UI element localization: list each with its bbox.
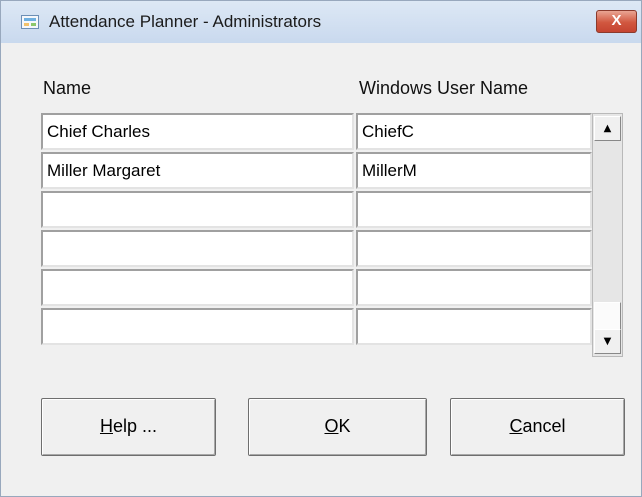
name-cell[interactable] — [41, 308, 354, 345]
arrow-down-icon: ▼ — [603, 336, 612, 347]
table-row — [41, 230, 594, 269]
table-row — [41, 269, 594, 308]
window-title: Attendance Planner - Administrators — [49, 12, 322, 31]
cancel-label: ancel — [522, 416, 566, 436]
scroll-up-button[interactable]: ▲ — [594, 116, 621, 141]
ok-label: K — [338, 416, 351, 436]
help-accelerator: H — [99, 416, 113, 436]
administrators-dialog: Attendance Planner - Administrators X Na… — [0, 0, 642, 497]
user-name-cell[interactable] — [356, 269, 592, 306]
cancel-accelerator: C — [509, 416, 523, 436]
arrow-up-icon: ▲ — [603, 123, 612, 134]
administrators-grid: Chief Charles ChiefC Miller Margaret Mil… — [41, 113, 594, 357]
table-row: Miller Margaret MillerM — [41, 152, 594, 191]
column-header-name: Name — [43, 78, 92, 98]
vertical-scrollbar[interactable]: ▲ ▼ — [592, 113, 623, 357]
user-name-cell[interactable] — [356, 308, 592, 345]
name-cell[interactable] — [41, 230, 354, 267]
user-name-cell[interactable] — [356, 191, 592, 228]
table-row: Chief Charles ChiefC — [41, 113, 594, 152]
name-cell[interactable] — [41, 269, 354, 306]
name-cell[interactable]: Miller Margaret — [41, 152, 354, 189]
ok-button[interactable]: OK — [248, 398, 427, 456]
column-header-windows-user-name: Windows User Name — [359, 78, 529, 98]
close-button[interactable]: X — [596, 10, 637, 33]
ok-accelerator: O — [324, 416, 339, 436]
name-cell[interactable] — [41, 191, 354, 228]
user-name-cell[interactable]: MillerM — [356, 152, 592, 189]
name-cell[interactable]: Chief Charles — [41, 113, 354, 150]
user-name-cell[interactable] — [356, 230, 592, 267]
scroll-thumb[interactable] — [594, 302, 621, 330]
table-row — [41, 191, 594, 230]
help-label: elp ... — [112, 416, 158, 436]
table-row — [41, 308, 594, 347]
cancel-button[interactable]: Cancel — [450, 398, 625, 456]
app-calendar-icon — [21, 15, 39, 29]
help-button[interactable]: Help ... — [41, 398, 216, 456]
scroll-down-button[interactable]: ▼ — [594, 329, 621, 354]
title-bar[interactable]: Attendance Planner - Administrators X — [1, 1, 641, 43]
user-name-cell[interactable]: ChiefC — [356, 113, 592, 150]
